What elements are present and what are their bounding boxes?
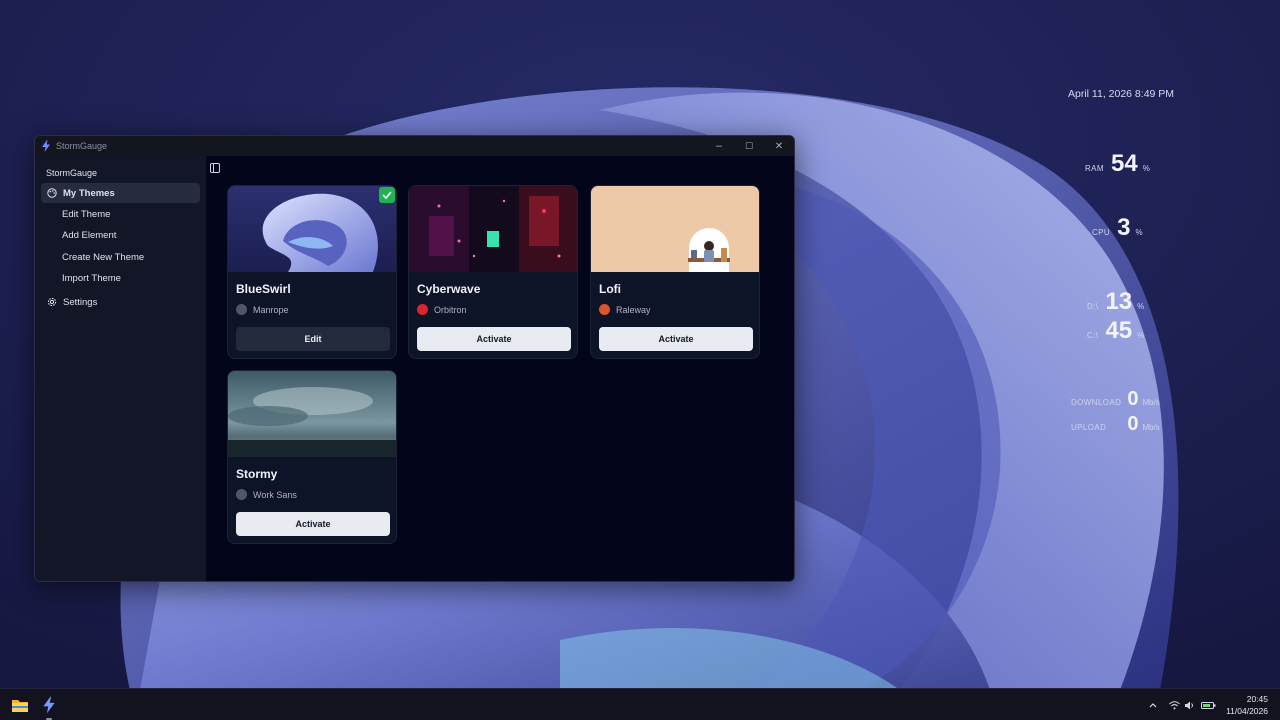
widget-download: DOWNLOAD 0 Mb/s <box>1071 388 1160 411</box>
widget-upload: UPLOAD 0 Mb/s <box>1071 413 1160 436</box>
sidebar-item-import-theme[interactable]: Import Theme <box>41 268 200 288</box>
sidebar-item-label: Add Element <box>62 229 117 241</box>
window-title: StormGauge <box>56 141 108 151</box>
sidebar-item-label: My Themes <box>63 187 115 199</box>
theme-preview-image <box>228 186 396 272</box>
theme-preview-image <box>228 371 396 457</box>
cpu-label: CPU <box>1092 228 1111 237</box>
stormgauge-icon[interactable] <box>40 696 58 714</box>
theme-font: Raleway <box>599 304 651 315</box>
disk-d-unit: % <box>1137 302 1145 311</box>
ram-value: 54 <box>1110 150 1138 177</box>
font-name: Work Sans <box>253 489 297 500</box>
theme-name: BlueSwirl <box>236 282 291 296</box>
theme-name: Stormy <box>236 467 278 481</box>
theme-preview-image <box>409 186 577 272</box>
theme-name: Lofi <box>599 282 621 296</box>
theme-card-cyberwave: Cyberwave Orbitron Activate <box>408 185 578 359</box>
sidebar-item-edit-theme[interactable]: Edit Theme <box>41 204 200 224</box>
upload-label: UPLOAD <box>1071 423 1107 432</box>
widget-ram: RAM 54 % <box>1085 150 1150 178</box>
clock-time: 20:45 <box>1246 694 1268 704</box>
theme-card-blueswirl: BlueSwirl Manrope Edit <box>227 185 397 359</box>
palette-icon <box>47 188 57 198</box>
widget-date: April 11, 2026 8:49 PM <box>1068 88 1175 100</box>
lightning-icon <box>41 140 51 152</box>
upload-value: 0 <box>1127 413 1139 435</box>
taskbar: 20:45 11/04/2026 <box>0 688 1280 720</box>
sidebar-title: StormGauge <box>46 168 98 178</box>
widget-disk-c: C:\ 45 % <box>1087 317 1144 345</box>
download-unit: Mb/s <box>1142 398 1160 407</box>
theme-preview-image <box>591 186 759 272</box>
maximize-button[interactable]: ☐ <box>734 136 764 156</box>
sidebar-toggle-icon[interactable] <box>210 160 220 173</box>
sidebar-item-label: Import Theme <box>62 272 121 284</box>
sidebar-item-create-new-theme[interactable]: Create New Theme <box>41 247 200 267</box>
widget-cpu: CPU 3 % <box>1092 214 1143 242</box>
cpu-value: 3 <box>1117 214 1131 241</box>
theme-font: Work Sans <box>236 489 297 500</box>
stormgauge-window: StormGauge – ☐ ✕ StormGauge My Themes Ed… <box>34 135 795 582</box>
theme-card-stormy: Stormy Work Sans Activate <box>227 370 397 544</box>
volume-icon[interactable] <box>1183 698 1195 712</box>
font-name: Orbitron <box>434 304 467 315</box>
font-color-dot <box>236 304 247 315</box>
download-label: DOWNLOAD <box>1071 398 1122 407</box>
sidebar: StormGauge My Themes Edit Theme Add Elem… <box>35 156 206 581</box>
clock-date: 11/04/2026 <box>1226 706 1268 716</box>
disk-d-value: 13 <box>1105 288 1133 315</box>
activate-button[interactable]: Activate <box>599 327 753 351</box>
theme-font: Manrope <box>236 304 289 315</box>
ram-unit: % <box>1142 164 1150 173</box>
disk-c-label: C:\ <box>1087 331 1099 340</box>
font-name: Raleway <box>616 304 651 315</box>
font-name: Manrope <box>253 304 289 315</box>
theme-card-lofi: Lofi Raleway Activate <box>590 185 760 359</box>
widget-disk-d: D:\ 13 % <box>1087 288 1144 316</box>
sidebar-item-my-themes[interactable]: My Themes <box>41 183 200 203</box>
theme-font: Orbitron <box>417 304 467 315</box>
disk-c-value: 45 <box>1105 317 1133 344</box>
cpu-unit: % <box>1135 228 1143 237</box>
upload-unit: Mb/s <box>1142 423 1160 432</box>
sidebar-item-label: Edit Theme <box>62 208 111 220</box>
active-check-icon <box>379 187 395 203</box>
download-value: 0 <box>1127 388 1139 410</box>
sidebar-item-label: Settings <box>63 296 98 308</box>
title-bar[interactable]: StormGauge – ☐ ✕ <box>35 136 794 156</box>
battery-icon[interactable] <box>1200 698 1216 712</box>
activate-button[interactable]: Activate <box>236 512 390 536</box>
taskbar-clock[interactable]: 20:45 11/04/2026 <box>1226 693 1268 717</box>
font-color-dot <box>236 489 247 500</box>
close-button[interactable]: ✕ <box>764 136 794 156</box>
disk-d-label: D:\ <box>1087 302 1099 311</box>
edit-button[interactable]: Edit <box>236 327 390 351</box>
sidebar-item-settings[interactable]: Settings <box>41 292 200 312</box>
disk-c-unit: % <box>1137 331 1145 340</box>
sidebar-item-add-element[interactable]: Add Element <box>41 225 200 245</box>
gear-icon <box>47 297 57 307</box>
ram-label: RAM <box>1085 164 1104 173</box>
activate-button[interactable]: Activate <box>417 327 571 351</box>
file-explorer-icon[interactable] <box>11 696 29 714</box>
sidebar-item-label: Create New Theme <box>62 251 145 263</box>
theme-name: Cyberwave <box>417 282 481 296</box>
minimize-button[interactable]: – <box>704 136 734 156</box>
wifi-icon[interactable] <box>1168 698 1180 712</box>
font-color-dot <box>599 304 610 315</box>
tray-overflow-chevron-icon[interactable] <box>1147 698 1159 712</box>
font-color-dot <box>417 304 428 315</box>
